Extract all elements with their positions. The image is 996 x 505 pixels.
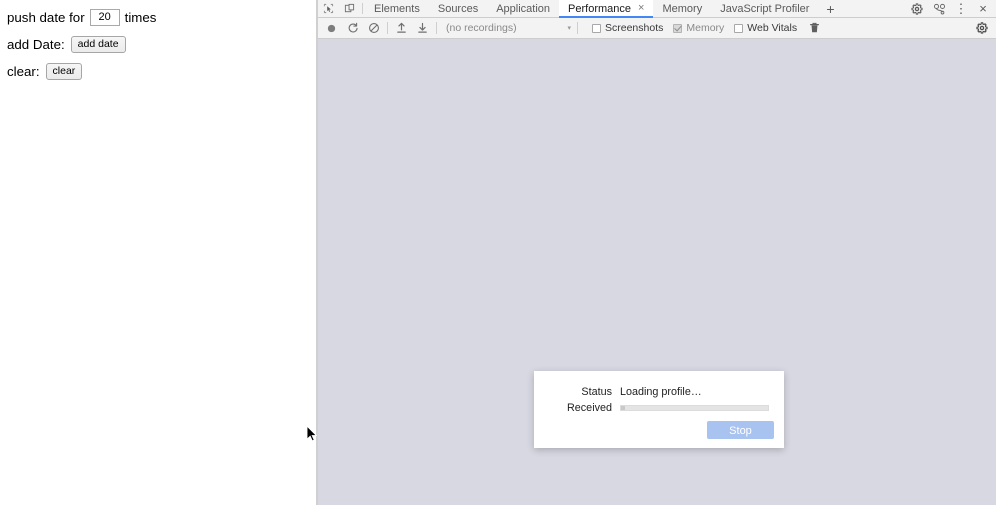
dialog-footer: Stop [707,421,774,439]
screenshots-checkbox-box [592,23,601,33]
memory-checkbox[interactable]: Memory [673,22,724,34]
stop-button[interactable]: Stop [707,421,774,439]
status-label: Status [581,386,612,398]
received-label: Received [566,402,612,414]
toolbar-separator-1 [387,22,388,34]
tab-memory-label: Memory [662,2,703,15]
capture-settings-gear-icon[interactable] [971,18,992,38]
received-progress-fill [621,406,625,410]
performance-timeline-panel: Status Loading profile… Received Stop [318,39,996,505]
add-panel-icon[interactable]: + [818,0,842,17]
clear-label: clear: [7,63,40,79]
load-profile-button[interactable] [391,18,412,38]
screenshots-checkbox-label: Screenshots [605,22,664,34]
memory-checkbox-box [673,23,683,33]
device-toolbar-icon[interactable] [339,0,360,17]
chevron-down-icon: ▾ [567,25,571,32]
web-page-pane: push date for 20 times add Date: add dat… [0,0,316,505]
tab-memory[interactable]: Memory [653,0,711,17]
collect-garbage-icon[interactable] [806,22,822,34]
tab-sources-label: Sources [437,2,479,15]
received-progress-bar [620,405,769,411]
clear-button[interactable]: clear [45,62,83,80]
toolbar-right-controls [971,18,996,38]
settings-gear-icon[interactable] [906,2,928,15]
add-date-button[interactable]: add date [70,35,126,53]
more-options-icon[interactable]: ⋮ [950,1,972,17]
performance-toolbar: (no recordings) ▾ Screenshots Memory Web… [318,18,996,39]
devtools-customize-icon[interactable] [928,3,950,15]
save-profile-button[interactable] [412,18,433,38]
clear-row: clear: clear [0,62,316,80]
tab-performance[interactable]: Performance × [559,0,654,18]
tab-performance-label: Performance [568,2,632,15]
screenshots-checkbox[interactable]: Screenshots [592,22,663,34]
screen: push date for 20 times add Date: add dat… [0,0,996,505]
web-vitals-checkbox-box [734,23,744,33]
recordings-dropdown[interactable]: (no recordings) ▾ [446,21,573,36]
push-date-row: push date for 20 times [0,8,316,26]
times-input[interactable]: 20 [89,8,120,26]
memory-checkbox-label: Memory [686,22,725,34]
tab-application[interactable]: Application [487,0,559,17]
tab-javascript-profiler[interactable]: JavaScript Profiler [711,0,818,17]
inspect-element-icon[interactable] [318,0,339,17]
tabstrip-separator [362,3,363,14]
push-date-label: push date for [7,9,85,25]
reload-and-record-button[interactable] [342,18,363,38]
recordings-dropdown-value: (no recordings) [446,22,517,34]
add-date-row: add Date: add date [0,35,316,53]
web-vitals-checkbox-label: Web Vitals [747,22,798,34]
tab-javascript-profiler-label: JavaScript Profiler [720,2,810,15]
devtools-panel: Elements Sources Application Performance… [318,0,996,505]
loading-profile-dialog: Status Loading profile… Received Stop [534,371,784,448]
toolbar-separator-2 [436,22,437,34]
tabstrip-right-controls: ⋮ × [906,0,996,17]
toolbar-separator-3 [577,22,578,34]
tab-application-label: Application [496,2,551,15]
clear-recording-button[interactable] [363,18,384,38]
dialog-rows: Status Loading profile… Received [534,371,784,416]
web-vitals-checkbox[interactable]: Web Vitals [734,22,797,34]
tab-elements[interactable]: Elements [365,0,429,17]
record-button[interactable] [321,18,342,38]
devtools-tabstrip: Elements Sources Application Performance… [318,0,996,18]
add-date-label: add Date: [7,36,65,52]
tab-elements-label: Elements [374,2,420,15]
status-row: Status Loading profile… [534,384,784,400]
received-row: Received [534,400,784,416]
status-value: Loading profile… [620,386,702,398]
close-devtools-icon[interactable]: × [972,1,994,16]
tab-sources[interactable]: Sources [429,0,487,17]
tab-performance-close-icon[interactable]: × [638,3,644,14]
times-label: times [124,9,157,25]
